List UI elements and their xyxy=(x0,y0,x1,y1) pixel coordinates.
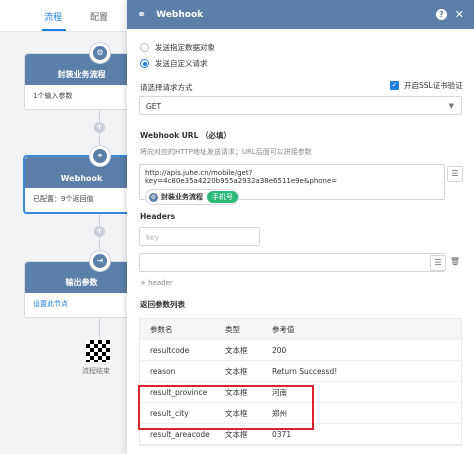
help-icon[interactable]: ? xyxy=(435,9,447,20)
radio-button-selected[interactable] xyxy=(140,59,149,68)
close-icon[interactable]: ✕ xyxy=(455,8,464,21)
webhook-icon: ⚭ xyxy=(89,145,111,167)
flow-end-label: 流程结束 xyxy=(82,367,110,375)
cell-param-name: result_areacode xyxy=(150,429,210,439)
add-header-button[interactable]: + header xyxy=(140,279,173,287)
radio-button[interactable] xyxy=(140,43,149,52)
cube-cluster-icon: ⚙ xyxy=(89,42,111,64)
cell-reference: 200 xyxy=(272,345,287,355)
header-value-input[interactable] xyxy=(139,253,445,272)
cell-type: 文本框 xyxy=(225,429,248,439)
connector-line xyxy=(99,318,100,340)
node-header: Webhook xyxy=(25,157,130,188)
radio-label: 发送自定义请求 xyxy=(155,59,208,68)
active-tab-indicator xyxy=(42,29,66,31)
tab-config[interactable]: 配置 xyxy=(90,10,108,23)
return-params-label: 返回参数列表 xyxy=(140,300,185,309)
highlight-annotation xyxy=(138,385,314,430)
panel-title: Webhook xyxy=(156,9,204,20)
url-hint: 将向对应的HTTP地址发送请求；URL后面可以拼接参数 xyxy=(140,148,312,156)
chevron-down-icon: ▼ xyxy=(448,102,454,110)
flow-node-output[interactable]: 输出参数 设置此节点 xyxy=(24,261,130,318)
node-title: Webhook xyxy=(60,174,103,183)
header-key-input[interactable]: key xyxy=(139,227,260,246)
checkbox-checked-icon[interactable]: ✓ xyxy=(390,81,399,90)
setup-node-link[interactable]: 设置此节点 xyxy=(25,293,130,317)
panel-header: ⚭ Webhook ? ✕ xyxy=(127,0,474,29)
cell-param-name: reason xyxy=(150,366,176,376)
ssl-label: 开启SSL证书验证 xyxy=(404,81,463,90)
table-header-row: 参数名 类型 参考值 xyxy=(140,319,461,340)
radio-send-data-object[interactable]: 发送指定数据对象 xyxy=(140,42,215,53)
cell-type: 文本框 xyxy=(225,345,248,355)
table-row: reason 文本框 Return Successd! xyxy=(140,361,461,382)
ssl-checkbox[interactable]: ✓ 开启SSL证书验证 xyxy=(390,80,463,91)
node-header: 封装业务流程 xyxy=(25,54,130,85)
chip-node-name: 封装业务流程 xyxy=(161,193,203,201)
node-body: 已配置：9个返回值 xyxy=(33,195,94,203)
table-row: resultcode 文本框 200 xyxy=(140,340,461,361)
add-node-plus-icon[interactable]: + xyxy=(94,122,105,133)
node-title: 输出参数 xyxy=(65,278,98,287)
headers-label: Headers xyxy=(140,212,176,221)
chip-field-tag: 手机号 xyxy=(207,191,238,203)
add-node-plus-icon[interactable]: + xyxy=(94,226,105,237)
flow-node-business[interactable]: 封装业务流程 1个输入参数 xyxy=(24,53,130,110)
insert-field-icon[interactable]: ☰ xyxy=(430,255,446,271)
insert-field-icon[interactable]: ☰ xyxy=(447,166,463,182)
url-text: http://apis.juhe.cn/mobile/get?key=4c80e… xyxy=(145,169,338,185)
flow-canvas: 流程 配置 封装业务流程 1个输入参数 ⚙ + Webhook 已配置：9个返回… xyxy=(0,0,130,454)
flow-tabs: 流程 配置 xyxy=(0,0,130,32)
method-select[interactable]: GET ▼ xyxy=(139,96,462,115)
delete-icon[interactable]: 🗑 xyxy=(447,255,463,271)
method-label: 请选择请求方式 xyxy=(140,83,193,92)
output-icon: ⇥ xyxy=(89,250,111,272)
webhook-url-input[interactable]: http://apis.juhe.cn/mobile/get?key=4c80e… xyxy=(139,164,445,205)
flow-node-webhook[interactable]: Webhook 已配置：9个返回值 xyxy=(24,156,130,213)
col-param-name: 参数名 xyxy=(150,324,173,334)
cell-param-name: resultcode xyxy=(150,345,190,355)
cell-reference: 0371 xyxy=(272,429,292,439)
tab-flow[interactable]: 流程 xyxy=(44,10,62,23)
url-label: Webhook URL （必填） xyxy=(140,131,231,140)
cell-reference: Return Successd! xyxy=(272,366,338,376)
radio-send-custom-request[interactable]: 发送自定义请求 xyxy=(140,58,208,69)
node-header: 输出参数 xyxy=(25,262,130,293)
cube-cluster-icon: ⚙ xyxy=(149,192,158,202)
param-chip[interactable]: ⚙ 封装业务流程 手机号 xyxy=(145,189,239,205)
radio-label: 发送指定数据对象 xyxy=(155,43,215,52)
node-title: 封装业务流程 xyxy=(57,70,106,79)
col-type: 类型 xyxy=(225,324,240,334)
method-value: GET xyxy=(146,102,162,111)
webhook-icon: ⚭ xyxy=(137,8,147,21)
col-reference: 参考值 xyxy=(272,324,295,334)
cell-type: 文本框 xyxy=(225,366,248,376)
node-body: 1个输入参数 xyxy=(33,92,73,100)
checkered-flag-icon xyxy=(86,340,110,362)
